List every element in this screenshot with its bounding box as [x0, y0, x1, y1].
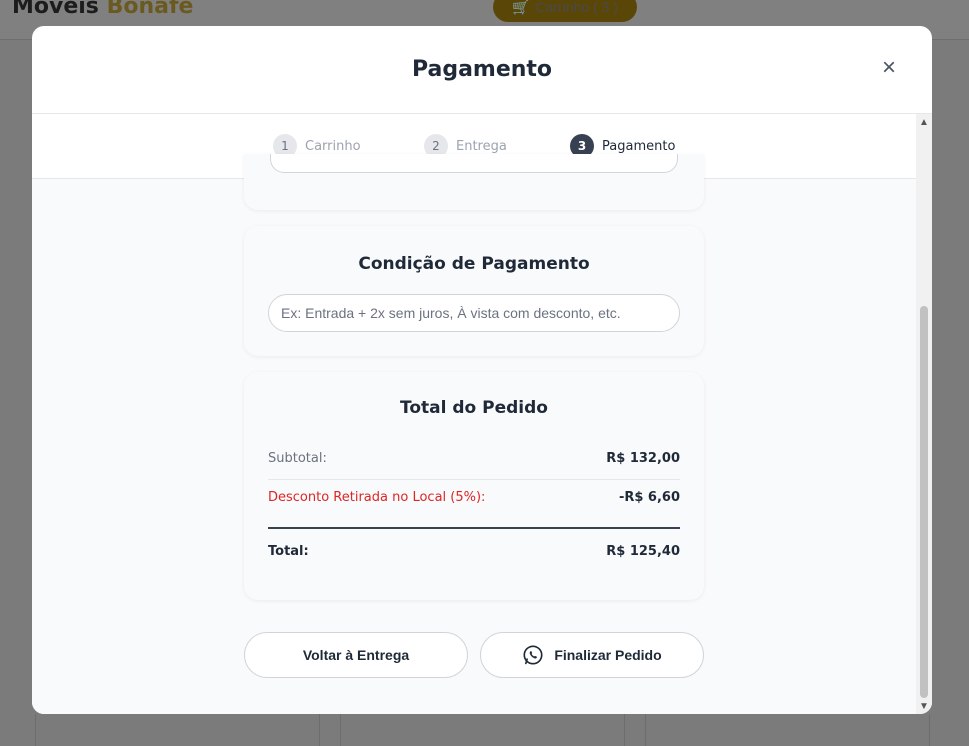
logo-main-text: Moveis [12, 0, 99, 19]
payment-condition-title: Condição de Pagamento [358, 254, 590, 274]
finish-order-button[interactable]: Finalizar Pedido [480, 632, 704, 678]
order-total-title: Total do Pedido [400, 398, 548, 418]
modal-body: 1 Carrinho 2 Entrega 3 Pagamento Condiçã… [32, 114, 932, 714]
payment-modal: Pagamento × 1 Carrinho 2 Entrega 3 Pagam… [32, 26, 932, 714]
order-total-card: Total do Pedido Subtotal: R$ 132,00 Desc… [244, 372, 704, 600]
close-icon[interactable]: × [882, 56, 896, 80]
modal-header: Pagamento × [32, 26, 932, 114]
finish-button-label: Finalizar Pedido [554, 647, 662, 663]
discount-row: Desconto Retirada no Local (5%): -R$ 6,6… [268, 490, 680, 505]
cart-icon: 🛒 [512, 0, 530, 15]
site-logo: Moveis Bonafé [12, 0, 193, 19]
previous-input-field[interactable] [270, 154, 678, 173]
cart-label: Carrinho ( 3 ) [535, 0, 618, 15]
subtotal-row: Subtotal: R$ 132,00 [268, 451, 680, 466]
scroll-thumb[interactable] [920, 306, 928, 698]
subtotal-value: R$ 132,00 [606, 451, 680, 466]
cart-button: 🛒 Carrinho ( 3 ) [493, 0, 637, 22]
discount-value: -R$ 6,60 [618, 490, 680, 505]
scroll-down-icon[interactable]: ▼ [916, 698, 932, 714]
payment-condition-input[interactable] [268, 294, 680, 332]
total-divider [268, 527, 680, 529]
total-value: R$ 125,40 [606, 544, 680, 559]
background-column [340, 714, 625, 746]
modal-scrollbar[interactable]: ▲ ▼ [916, 114, 932, 714]
subtotal-label: Subtotal: [268, 451, 327, 466]
divider [268, 479, 680, 480]
scroll-up-icon[interactable]: ▲ [916, 114, 932, 130]
modal-title: Pagamento [411, 57, 553, 82]
previous-section-card [244, 154, 704, 210]
background-column [645, 714, 930, 746]
background-column [35, 714, 320, 746]
total-row: Total: R$ 125,40 [268, 544, 680, 559]
whatsapp-icon [522, 644, 544, 666]
back-to-delivery-button[interactable]: Voltar à Entrega [244, 632, 468, 678]
back-button-label: Voltar à Entrega [302, 647, 410, 663]
payment-condition-card: Condição de Pagamento [244, 226, 704, 356]
logo-accent-text: Bonafé [106, 0, 194, 19]
step-label: Entrega [456, 138, 507, 154]
step-label: Carrinho [305, 138, 361, 154]
total-label: Total: [268, 544, 309, 559]
step-label: Pagamento [602, 138, 676, 154]
discount-label: Desconto Retirada no Local (5%): [268, 490, 486, 505]
